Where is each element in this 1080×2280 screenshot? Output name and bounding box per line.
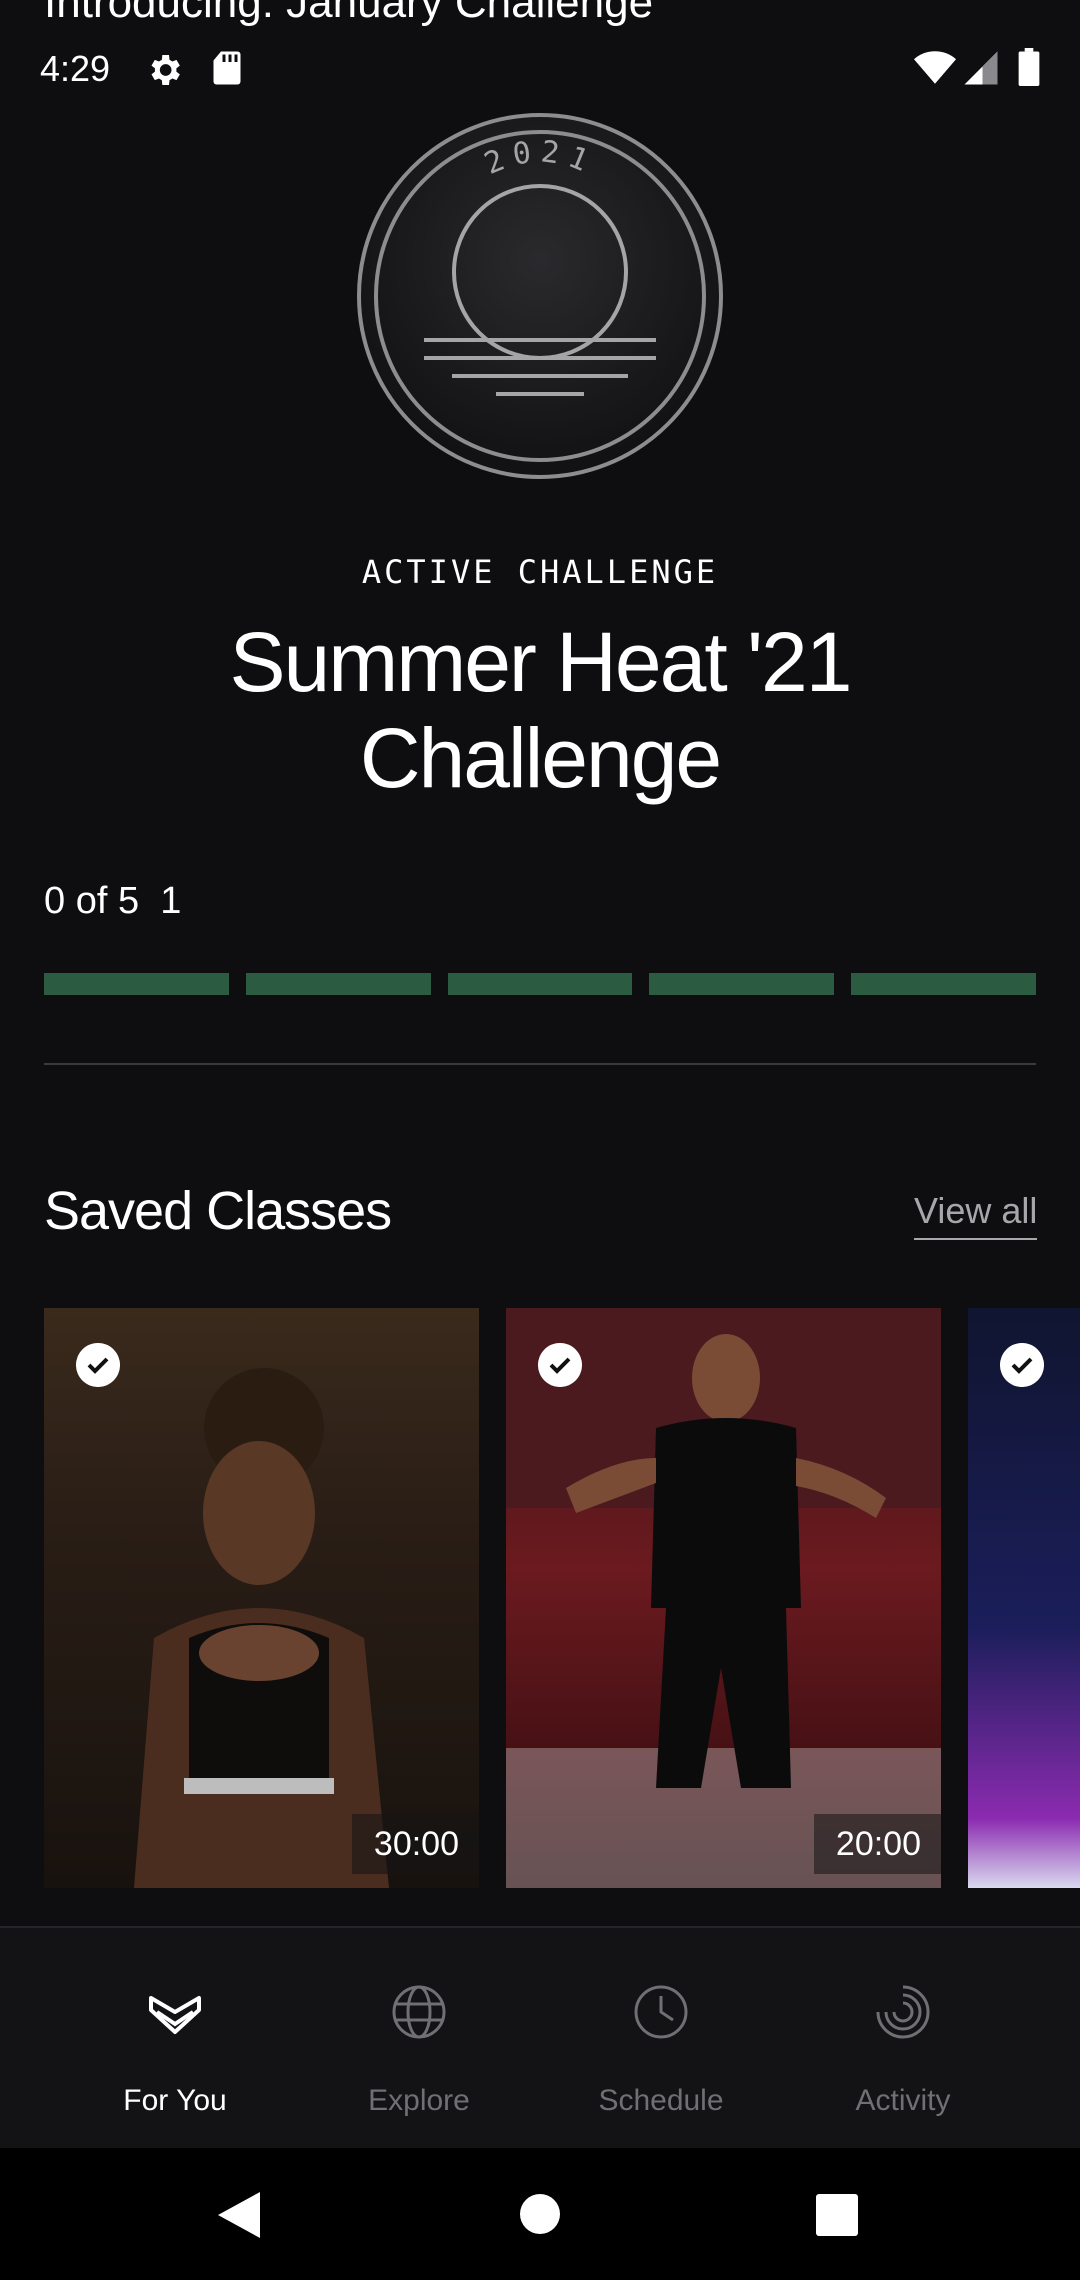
challenge-progress-bar <box>44 973 1036 995</box>
saved-check-icon[interactable] <box>76 1343 120 1387</box>
cell-signal-icon <box>964 51 998 85</box>
saved-check-icon[interactable] <box>1000 1343 1044 1387</box>
progress-segment <box>245 973 431 995</box>
challenge-title: Summer Heat '21 Challenge <box>140 614 940 806</box>
progress-segment <box>44 973 229 995</box>
progress-segment <box>851 973 1036 995</box>
status-bar: 4:29 <box>0 40 1080 100</box>
nav-label: Explore <box>368 2084 470 2117</box>
nav-item-activity[interactable]: Activity <box>788 1928 1018 2150</box>
globe-icon <box>392 1985 446 2039</box>
gear-icon <box>151 55 180 85</box>
class-card[interactable]: 30:00 <box>44 1308 479 1888</box>
nav-item-for-you[interactable]: For You <box>60 1928 290 2150</box>
class-card[interactable]: 20:00 <box>506 1308 941 1888</box>
nav-item-schedule[interactable]: Schedule <box>546 1928 776 2150</box>
progress-segment <box>649 973 835 995</box>
view-all-link[interactable]: View all <box>914 1190 1038 1240</box>
nav-label: Activity <box>855 2084 951 2117</box>
nav-item-explore[interactable]: Explore <box>304 1928 534 2150</box>
clock-icon <box>634 1985 688 2039</box>
heart-chevron-icon <box>149 1996 201 2034</box>
class-thumbnail <box>134 1368 389 1888</box>
section-divider <box>44 1063 1036 1065</box>
nav-label: For You <box>123 2084 227 2117</box>
class-card[interactable] <box>968 1308 1080 1888</box>
wifi-icon <box>914 51 956 84</box>
class-duration: 30:00 <box>351 1814 479 1874</box>
challenge-title-line-2: Challenge <box>359 711 722 805</box>
intro-banner-text: Introducing: January Challenge <box>44 0 654 27</box>
saved-check-icon[interactable] <box>538 1343 582 1387</box>
challenge-badge-icon: 2021 <box>357 113 723 479</box>
back-icon[interactable] <box>218 2192 260 2238</box>
status-time: 4:29 <box>40 48 111 89</box>
progress-segment <box>447 973 633 995</box>
recents-icon[interactable] <box>816 2194 858 2236</box>
system-nav-bar <box>0 2148 1080 2280</box>
sd-card-icon <box>213 51 241 85</box>
class-thumbnail <box>506 1308 941 1888</box>
home-icon[interactable] <box>520 2194 560 2234</box>
challenge-kicker: ACTIVE CHALLENGE <box>361 553 719 591</box>
challenge-title-line-1: Summer Heat '21 <box>229 615 853 709</box>
nav-label: Schedule <box>598 2084 724 2117</box>
bottom-nav: For You Explore Schedule Activity <box>0 1926 1080 2150</box>
battery-icon <box>1018 48 1040 86</box>
activity-rings-icon <box>876 1985 930 2039</box>
class-duration: 20:00 <box>813 1814 941 1874</box>
challenge-progress-text: 0 of 5 1 <box>44 880 182 922</box>
saved-classes-title: Saved Classes <box>44 1181 392 1241</box>
